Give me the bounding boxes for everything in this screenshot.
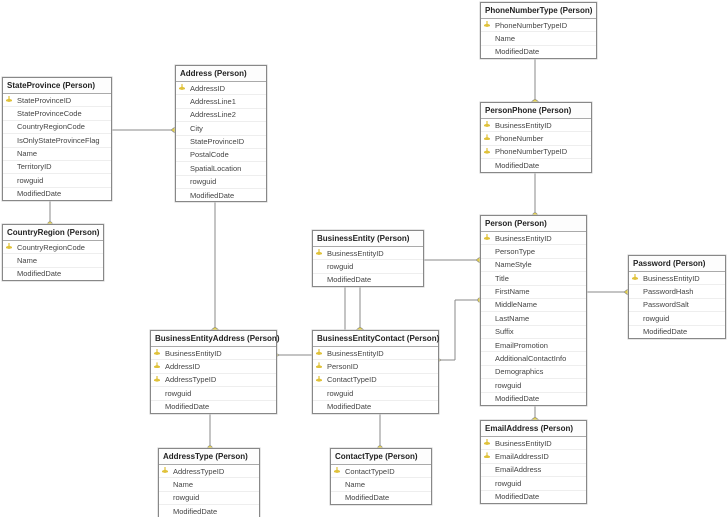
column: Name [159, 478, 259, 491]
entity-title: Password (Person) [629, 256, 725, 272]
column: ModifiedDate [629, 326, 725, 338]
column: Suffix [481, 326, 586, 339]
pk-column: BusinessEntityID [481, 437, 586, 450]
column: AddressLine2 [176, 109, 266, 122]
column: ModifiedDate [151, 401, 276, 413]
pk-column: BusinessEntityID [481, 232, 586, 245]
pk-column: AddressTypeID [151, 374, 276, 387]
entity-title: EmailAddress (Person) [481, 421, 586, 437]
entity-businessentitycontact[interactable]: BusinessEntityContact (Person)BusinessEn… [312, 330, 439, 414]
column: PasswordHash [629, 285, 725, 298]
column: ModifiedDate [3, 188, 111, 200]
column: Demographics [481, 366, 586, 379]
column: City [176, 122, 266, 135]
column: Name [3, 254, 103, 267]
column: rowguid [3, 174, 111, 187]
entity-title: Person (Person) [481, 216, 586, 232]
entity-title: BusinessEntity (Person) [313, 231, 423, 247]
column: ModifiedDate [159, 505, 259, 517]
column: EmailAddress [481, 464, 586, 477]
entity-title: BusinessEntityContact (Person) [313, 331, 438, 347]
column: ModifiedDate [313, 274, 423, 286]
entity-businessentityaddress[interactable]: BusinessEntityAddress (Person)BusinessEn… [150, 330, 277, 414]
column: SpatialLocation [176, 162, 266, 175]
pk-column: AddressTypeID [159, 465, 259, 478]
pk-column: PhoneNumber [481, 132, 591, 145]
pk-column: BusinessEntityID [313, 247, 423, 260]
column: rowguid [481, 477, 586, 490]
entity-password[interactable]: Password (Person)BusinessEntityIDPasswor… [628, 255, 726, 339]
entity-contacttype[interactable]: ContactType (Person)ContactTypeIDNameMod… [330, 448, 432, 505]
column: rowguid [629, 312, 725, 325]
column: NameStyle [481, 259, 586, 272]
entity-emailaddress[interactable]: EmailAddress (Person)BusinessEntityIDEma… [480, 420, 587, 504]
column: IsOnlyStateProvinceFlag [3, 134, 111, 147]
entity-title: CountryRegion (Person) [3, 225, 103, 241]
column: ModifiedDate [176, 189, 266, 201]
pk-column: AddressID [151, 360, 276, 373]
column: rowguid [159, 492, 259, 505]
column: ModifiedDate [481, 46, 596, 58]
column: FirstName [481, 286, 586, 299]
column: ModifiedDate [313, 401, 438, 413]
pk-column: BusinessEntityID [629, 272, 725, 285]
column: StateProvinceCode [3, 107, 111, 120]
column: PasswordSalt [629, 299, 725, 312]
column: PostalCode [176, 149, 266, 162]
pk-column: CountryRegionCode [3, 241, 103, 254]
column: rowguid [481, 379, 586, 392]
pk-column: BusinessEntityID [481, 119, 591, 132]
column: ModifiedDate [481, 491, 586, 503]
entity-title: StateProvince (Person) [3, 78, 111, 94]
entity-stateprovince[interactable]: StateProvince (Person)StateProvinceIDSta… [2, 77, 112, 201]
column: Title [481, 272, 586, 285]
pk-column: BusinessEntityID [313, 347, 438, 360]
column: CountryRegionCode [3, 121, 111, 134]
pk-column: AddressID [176, 82, 266, 95]
entity-person[interactable]: Person (Person)BusinessEntityIDPersonTyp… [480, 215, 587, 406]
column: LastName [481, 312, 586, 325]
column: ModifiedDate [331, 492, 431, 504]
column: PersonType [481, 245, 586, 258]
column: rowguid [151, 387, 276, 400]
column: EmailPromotion [481, 339, 586, 352]
entity-title: AddressType (Person) [159, 449, 259, 465]
column: MiddleName [481, 299, 586, 312]
entity-addresstype[interactable]: AddressType (Person)AddressTypeIDNamerow… [158, 448, 260, 517]
column: AdditionalContactInfo [481, 352, 586, 365]
entity-address[interactable]: Address (Person)AddressIDAddressLine1Add… [175, 65, 267, 202]
entity-title: PersonPhone (Person) [481, 103, 591, 119]
entity-businessentity[interactable]: BusinessEntity (Person)BusinessEntityIDr… [312, 230, 424, 287]
column: rowguid [176, 176, 266, 189]
column: Name [3, 148, 111, 161]
column: StateProvinceID [176, 136, 266, 149]
column: AddressLine1 [176, 95, 266, 108]
pk-column: BusinessEntityID [151, 347, 276, 360]
entity-title: Address (Person) [176, 66, 266, 82]
pk-column: ContactTypeID [313, 374, 438, 387]
column: Name [481, 32, 596, 45]
pk-column: PhoneNumberTypeID [481, 19, 596, 32]
pk-column: PersonID [313, 360, 438, 373]
column: rowguid [313, 260, 423, 273]
pk-column: PhoneNumberTypeID [481, 146, 591, 159]
column: rowguid [313, 387, 438, 400]
column: TerritoryID [3, 161, 111, 174]
pk-column: EmailAddressID [481, 450, 586, 463]
pk-column: StateProvinceID [3, 94, 111, 107]
entity-title: ContactType (Person) [331, 449, 431, 465]
entity-title: BusinessEntityAddress (Person) [151, 331, 276, 347]
entity-countryregion[interactable]: CountryRegion (Person)CountryRegionCodeN… [2, 224, 104, 281]
pk-column: ContactTypeID [331, 465, 431, 478]
column: ModifiedDate [3, 268, 103, 280]
column: ModifiedDate [481, 393, 586, 405]
entity-personphone[interactable]: PersonPhone (Person)BusinessEntityIDPhon… [480, 102, 592, 173]
column: Name [331, 478, 431, 491]
entity-phonenumbertype[interactable]: PhoneNumberType (Person)PhoneNumberTypeI… [480, 2, 597, 59]
entity-title: PhoneNumberType (Person) [481, 3, 596, 19]
column: ModifiedDate [481, 159, 591, 171]
